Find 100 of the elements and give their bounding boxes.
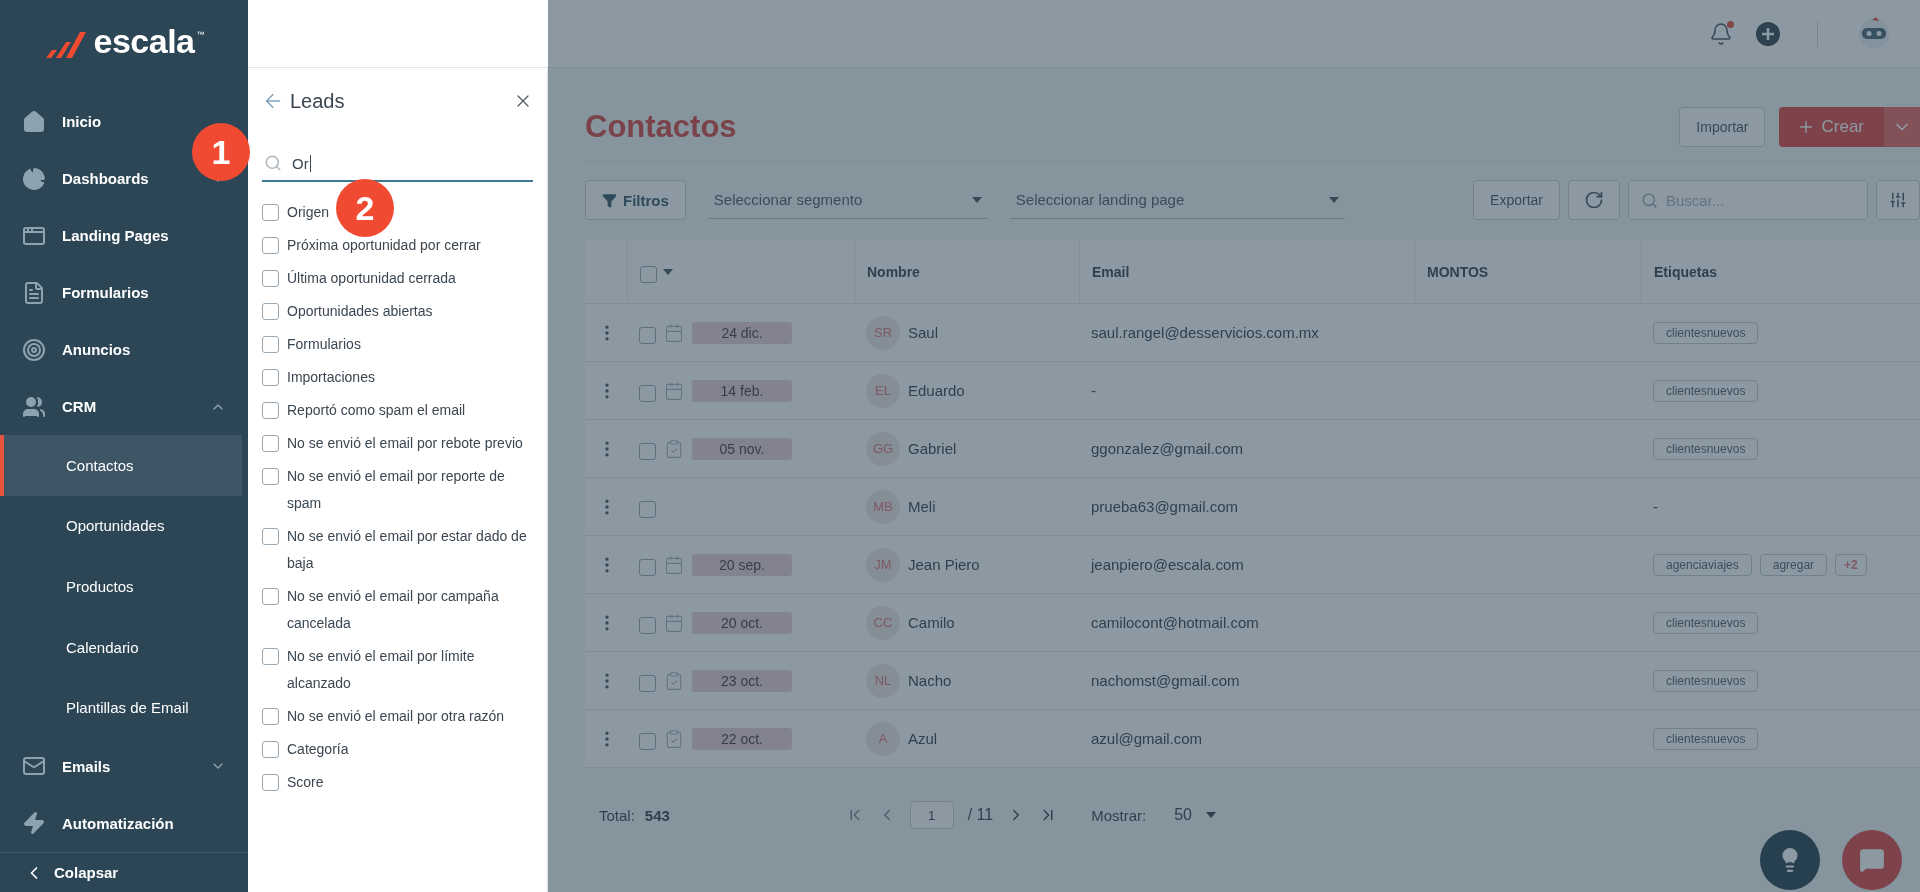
filter-option[interactable]: No se envió el email por estar dado de baja	[262, 520, 533, 580]
checkbox[interactable]	[639, 616, 656, 634]
caret-icon	[1206, 812, 1216, 818]
tag: clientesnuevos	[1653, 379, 1759, 402]
checkbox[interactable]	[639, 384, 656, 402]
page-count: / 11	[967, 806, 994, 824]
bell-icon[interactable]	[1709, 21, 1733, 46]
filter-option[interactable]: No se envió el email por otra razón	[262, 700, 505, 733]
column-header: Nombre	[854, 240, 1079, 303]
sliders-icon	[1889, 191, 1907, 209]
checkbox[interactable]	[262, 648, 279, 665]
checkbox[interactable]	[639, 674, 656, 692]
sidebar-item[interactable]: Automatización	[0, 794, 184, 852]
checkbox[interactable]	[262, 774, 279, 791]
search-icon	[264, 154, 282, 172]
calendar-icon	[664, 322, 684, 343]
checkbox[interactable]	[262, 237, 279, 254]
panel-title: Leads	[290, 89, 346, 113]
filter-option[interactable]: Score	[262, 766, 324, 799]
logo-text: escala	[93, 24, 195, 58]
checkbox[interactable]	[262, 528, 279, 545]
filter-option[interactable]: Categoría	[262, 733, 349, 766]
contact-email: camilocont@hotmail.com	[1091, 614, 1259, 631]
tag: agenciaviajes	[1653, 553, 1752, 576]
caret-icon	[1328, 196, 1339, 203]
add-circle-icon[interactable]	[1755, 20, 1781, 47]
checkbox[interactable]	[262, 741, 279, 758]
sidebar-item[interactable]: CRM	[0, 378, 107, 435]
chat-icon	[1859, 847, 1885, 873]
checkbox[interactable]	[639, 558, 656, 576]
checkbox[interactable]	[262, 588, 279, 605]
checkbox[interactable]	[639, 442, 656, 460]
checkbox[interactable]	[262, 708, 279, 725]
checkbox[interactable]	[262, 303, 279, 320]
checkbox[interactable]	[262, 468, 279, 485]
date-pill: 20 sep.	[692, 553, 792, 576]
clipboard-check-icon	[664, 728, 684, 749]
filter-option[interactable]: Última oportunidad cerrada	[262, 262, 456, 295]
contact-name: Camilo	[908, 614, 955, 631]
sidebar-subitem[interactable]: Calendario	[0, 616, 242, 678]
show-label: Mostrar:	[1091, 806, 1147, 824]
target-icon	[22, 337, 46, 362]
checkbox[interactable]	[640, 265, 657, 283]
calendar-icon	[664, 612, 684, 633]
column-header: Etiquetas	[1641, 240, 1920, 303]
sidebar-item[interactable]: Dashboards	[0, 150, 159, 207]
sidebar-subitem[interactable]: Contactos	[0, 435, 242, 496]
sidebar-subitem[interactable]: Oportunidades	[0, 495, 242, 557]
contact-name: Nacho	[908, 672, 952, 689]
logo-icon	[43, 30, 88, 60]
checkbox[interactable]	[262, 204, 279, 221]
date-pill: 24 dic.	[692, 321, 792, 344]
date-pill: 20 oct.	[692, 611, 792, 634]
contact-name: Gabriel	[908, 440, 957, 457]
checkbox[interactable]	[639, 326, 656, 344]
sidebar-subitem[interactable]: Plantillas de Email	[0, 677, 242, 738]
sidebar-item[interactable]: Formularios	[0, 264, 159, 321]
search-icon	[1641, 191, 1658, 209]
sidebar-item[interactable]: Inicio	[0, 93, 112, 150]
checkbox[interactable]	[639, 732, 656, 750]
filter-option[interactable]: Formularios	[262, 328, 361, 361]
sidebar-item[interactable]: Emails	[0, 737, 121, 795]
home-icon	[22, 109, 46, 134]
contact-email: -	[1091, 382, 1096, 399]
filter-option[interactable]: Oportunidades abiertas	[262, 295, 433, 328]
contact-name: Eduardo	[908, 382, 965, 399]
contact-name: Azul	[908, 730, 938, 747]
tag: clientesnuevos	[1653, 437, 1759, 460]
filter-option[interactable]: No se envió el email por límite alcanzado	[262, 640, 533, 700]
contact-name: Saul	[908, 324, 939, 341]
caret-icon	[663, 268, 673, 275]
filter-option[interactable]: Origen	[262, 196, 330, 229]
contact-email: prueba63@gmail.com	[1091, 498, 1238, 515]
checkbox[interactable]	[262, 270, 279, 287]
filter-option[interactable]: No se envió el email por rebote previo	[262, 427, 523, 460]
tips-button[interactable]	[1760, 830, 1820, 890]
checkbox[interactable]	[262, 402, 279, 419]
contact-email: nachomst@gmail.com	[1091, 672, 1240, 689]
sidebar-item[interactable]: Landing Pages	[0, 207, 179, 264]
refresh-button[interactable]	[1568, 180, 1620, 220]
trademark: ™	[196, 30, 205, 39]
checkbox[interactable]	[262, 369, 279, 386]
sidebar-subitem[interactable]: Productos	[0, 556, 242, 617]
filter-option[interactable]: No se envió el email por reporte de spam	[262, 460, 533, 520]
sidebar-item[interactable]: Anuncios	[0, 321, 141, 378]
page-input[interactable]: 1	[909, 801, 954, 829]
filter-option[interactable]: Reportó como spam el email	[262, 394, 466, 427]
date-pill: 22 oct.	[692, 727, 792, 750]
calendar-icon	[664, 380, 684, 401]
checkbox[interactable]	[262, 336, 279, 353]
empty-tags: -	[1653, 498, 1658, 515]
page-title: Contactos	[585, 108, 738, 145]
checkbox[interactable]	[262, 435, 279, 452]
document-icon	[22, 280, 46, 305]
people-icon	[22, 394, 46, 419]
filter-option[interactable]: Importaciones	[262, 361, 375, 394]
column-settings-button[interactable]	[1876, 180, 1920, 220]
filter-option[interactable]: No se envió el email por campaña cancelada	[262, 580, 533, 640]
checkbox[interactable]	[639, 500, 656, 518]
chat-button[interactable]	[1842, 830, 1902, 890]
